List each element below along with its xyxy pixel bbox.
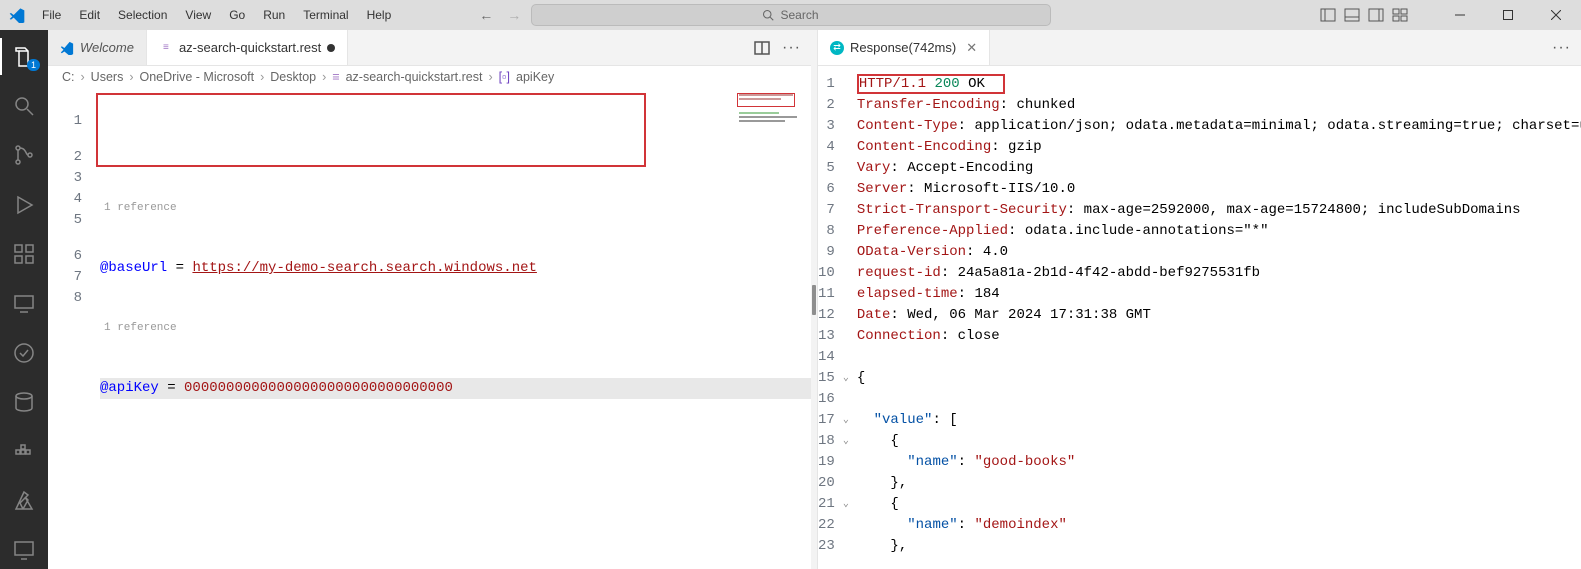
activity-docker[interactable] (0, 433, 48, 470)
bc-seg[interactable]: Desktop (270, 70, 316, 84)
editor-sash[interactable] (811, 30, 817, 569)
rest-file-icon: ≡ (332, 70, 339, 84)
modified-indicator-icon (327, 44, 335, 52)
layout-sidebar-left-icon[interactable] (1320, 7, 1336, 23)
tab-actions-right: ··· (1542, 30, 1581, 65)
title-bar: File Edit Selection View Go Run Terminal… (0, 0, 1581, 30)
activity-search[interactable] (0, 87, 48, 124)
tab-label: Welcome (80, 40, 134, 55)
window-maximize-button[interactable] (1487, 0, 1529, 30)
menu-help[interactable]: Help (359, 4, 400, 26)
close-icon[interactable]: ✕ (966, 40, 977, 56)
search-placeholder: Search (780, 8, 818, 22)
menu-selection[interactable]: Selection (110, 4, 175, 26)
window-minimize-button[interactable] (1439, 0, 1481, 30)
activity-testing[interactable] (0, 334, 48, 371)
activity-database[interactable] (0, 384, 48, 421)
vscode-icon (60, 41, 74, 55)
editor-group-right: ⇄ Response(742ms) ✕ ··· 1234567891011121… (817, 30, 1581, 569)
main-menu: File Edit Selection View Go Run Terminal… (34, 4, 399, 26)
gutter-left: 1 2 3 4 5 6 7 8 (48, 88, 100, 569)
more-actions-icon[interactable]: ··· (782, 39, 801, 57)
highlight-box-vars (96, 93, 646, 167)
tab-label: az-search-quickstart.rest (179, 40, 321, 55)
code-content-right[interactable]: HTTP/1.1 200 OKTransfer-Encoding: chunke… (853, 66, 1581, 569)
nav-forward-icon[interactable]: → (507, 7, 521, 23)
code-content-left[interactable]: 1 reference @baseUrl = https://my-demo-s… (100, 88, 811, 569)
activity-explorer[interactable]: 1 (0, 38, 48, 75)
menu-edit[interactable]: Edit (71, 4, 108, 26)
editor-left[interactable]: 1 2 3 4 5 6 7 8 1 reference @baseUrl = h… (48, 88, 811, 569)
editor-group-left: Welcome ≡ az-search-quickstart.rest ··· … (48, 30, 811, 569)
explorer-badge: 1 (27, 59, 40, 71)
menu-file[interactable]: File (34, 4, 69, 26)
bc-seg[interactable]: Users (91, 70, 124, 84)
response-icon: ⇄ (830, 41, 844, 55)
nav-back-icon[interactable]: ← (479, 7, 493, 23)
activity-extensions[interactable] (0, 235, 48, 272)
bc-seg[interactable]: apiKey (516, 70, 554, 84)
editor-right[interactable]: 1234567891011121314151617181920212223 HT… (818, 66, 1581, 569)
layout-panel-icon[interactable] (1344, 7, 1360, 23)
activity-azure[interactable] (0, 482, 48, 519)
tab-label: Response(742ms) (850, 40, 956, 55)
tabs-left: Welcome ≡ az-search-quickstart.rest ··· (48, 30, 811, 66)
bc-seg[interactable]: C: (62, 70, 75, 84)
symbol-field-icon: [▫] (499, 70, 510, 84)
fold-chevron-icon[interactable]: ⌄ (843, 494, 849, 515)
menu-go[interactable]: Go (221, 4, 253, 26)
activity-remote[interactable] (0, 285, 48, 322)
breadcrumb[interactable]: C:› Users› OneDrive - Microsoft› Desktop… (48, 66, 811, 88)
menu-view[interactable]: View (177, 4, 219, 26)
split-editor-icon[interactable] (754, 40, 770, 56)
search-icon (762, 9, 774, 21)
fold-chevron-icon[interactable]: ⌄ (843, 368, 849, 389)
activity-remote-explorer[interactable] (0, 532, 48, 569)
rest-file-icon: ≡ (159, 41, 173, 55)
nav-arrows: ← → (479, 7, 521, 23)
tab-welcome[interactable]: Welcome (48, 30, 147, 65)
more-actions-icon[interactable]: ··· (1552, 39, 1571, 57)
tab-response[interactable]: ⇄ Response(742ms) ✕ (818, 30, 990, 65)
fold-chevron-icon[interactable]: ⌄ (843, 431, 849, 452)
menu-run[interactable]: Run (255, 4, 293, 26)
vscode-logo-icon (0, 7, 34, 23)
title-bar-right (1320, 0, 1577, 30)
layout-sidebar-right-icon[interactable] (1368, 7, 1384, 23)
command-center-search[interactable]: Search (531, 4, 1051, 26)
activity-source-control[interactable] (0, 137, 48, 174)
layout-customize-icon[interactable] (1392, 7, 1408, 23)
menu-terminal[interactable]: Terminal (295, 4, 356, 26)
activity-run-debug[interactable] (0, 186, 48, 223)
window-close-button[interactable] (1535, 0, 1577, 30)
tabs-right: ⇄ Response(742ms) ✕ ··· (818, 30, 1581, 66)
tab-rest-file[interactable]: ≡ az-search-quickstart.rest (147, 30, 348, 65)
fold-chevron-icon[interactable]: ⌄ (843, 410, 849, 431)
highlight-box-status: HTTP/1.1 200 OK (857, 74, 1005, 94)
bc-seg[interactable]: az-search-quickstart.rest (346, 70, 483, 84)
bc-seg[interactable]: OneDrive - Microsoft (140, 70, 255, 84)
codelens-ref[interactable]: 1 reference (100, 321, 811, 336)
activity-bar: 1 (0, 30, 48, 569)
codelens-ref[interactable]: 1 reference (100, 201, 811, 216)
tab-actions-left: ··· (744, 30, 811, 65)
